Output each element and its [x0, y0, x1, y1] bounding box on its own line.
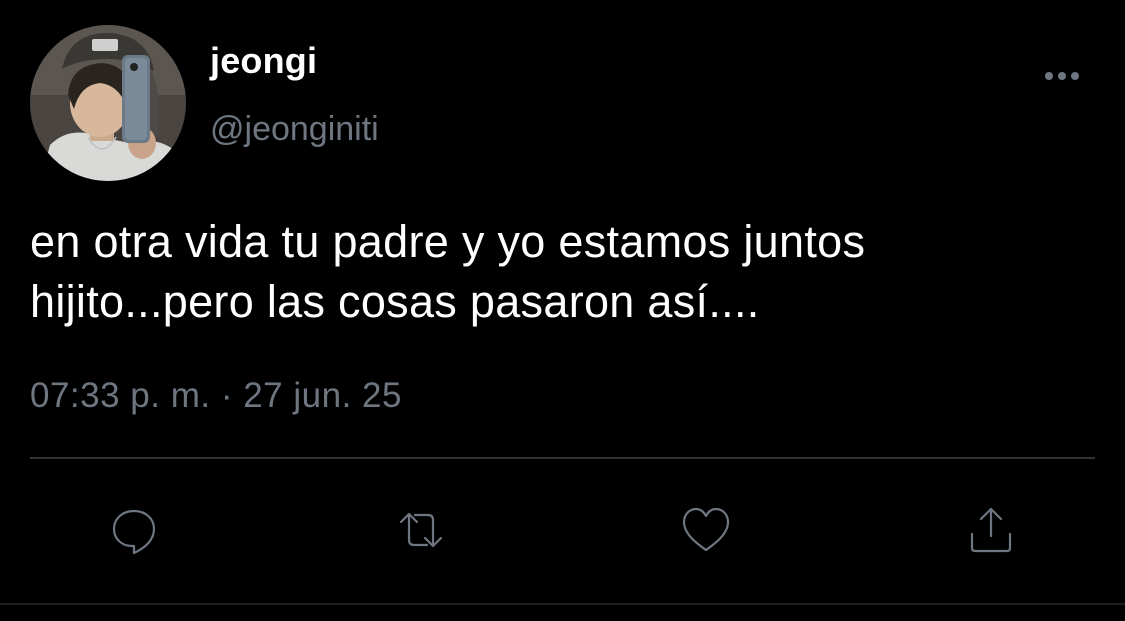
more-dots-icon: [1045, 72, 1053, 80]
like-button[interactable]: [676, 500, 736, 560]
user-handle[interactable]: @jeonginiti: [210, 110, 379, 149]
more-options-button[interactable]: [1040, 62, 1084, 90]
reply-icon: [112, 509, 156, 555]
tweet-text-line: hijito...pero las cosas pasaron así....: [30, 276, 760, 327]
retweet-button[interactable]: [391, 500, 451, 560]
tweet-timestamp[interactable]: 07:33 p. m. · 27 jun. 25: [30, 376, 402, 416]
more-dots-icon: [1058, 72, 1066, 80]
share-icon: [970, 507, 1012, 553]
divider: [30, 457, 1095, 459]
tweet-text-line: en otra vida tu padre y yo estamos junto…: [30, 216, 866, 267]
avatar-photo: [30, 25, 186, 181]
heart-icon: [682, 507, 730, 552]
avatar[interactable]: [30, 25, 186, 181]
share-button[interactable]: [961, 500, 1021, 560]
more-dots-icon: [1071, 72, 1079, 80]
reply-button[interactable]: [104, 500, 164, 560]
divider: [0, 603, 1125, 605]
tweet-card: jeongi @jeonginiti en otra vida tu padre…: [0, 0, 1125, 621]
display-name[interactable]: jeongi: [210, 40, 317, 82]
retweet-icon: [399, 512, 443, 548]
tweet-text: en otra vida tu padre y yo estamos junto…: [30, 212, 1100, 332]
